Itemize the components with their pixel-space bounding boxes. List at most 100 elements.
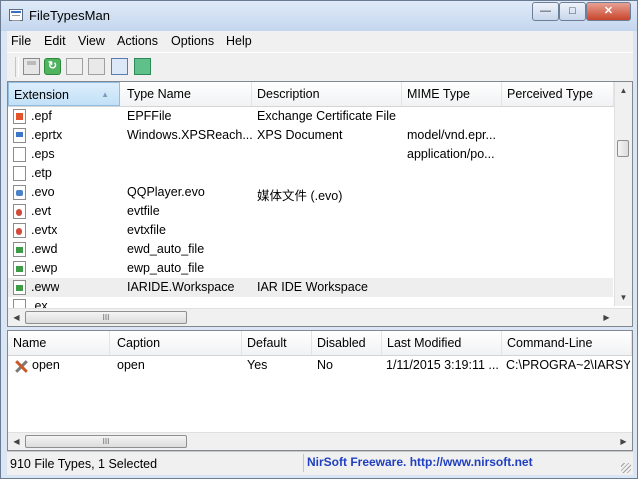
cell-caption: open (117, 358, 145, 372)
menu-bar: File Edit View Actions Options Help (7, 31, 633, 52)
cell-mime: model/vnd.epr... (407, 128, 496, 142)
workspace-file-icon (13, 280, 26, 295)
column-description[interactable]: Description (252, 82, 402, 106)
column-type-name[interactable]: Type Name (122, 82, 252, 106)
sort-ascending-icon: ▲ (101, 90, 109, 99)
status-count: 910 File Types, 1 Selected (10, 457, 158, 471)
scroll-right-icon[interactable]: ▶ (598, 309, 615, 326)
copy-icon[interactable] (66, 58, 83, 75)
table-row[interactable]: .etp (8, 164, 613, 183)
menu-actions[interactable]: Actions (117, 34, 158, 48)
table-row[interactable]: .evo QQPlayer.evo 媒体文件 (.evo) (8, 183, 613, 203)
cell-type-name: Windows.XPSReach... (127, 128, 253, 142)
save-icon[interactable] (23, 58, 40, 75)
workspace-file-icon (13, 261, 26, 276)
blank-file-icon (13, 147, 26, 162)
cell-description: IAR IDE Workspace (257, 280, 368, 294)
scroll-left-icon[interactable]: ◀ (8, 309, 25, 326)
resize-grip-icon[interactable] (621, 463, 631, 473)
cell-extension: .eps (31, 147, 55, 161)
column-mime-type[interactable]: MIME Type (402, 82, 502, 106)
toolbar: ↻ (7, 52, 633, 81)
table-row-selected[interactable]: .eww IARIDE.Workspace IAR IDE Workspace (8, 278, 613, 297)
table-row[interactable]: .ewd ewd_auto_file (8, 240, 613, 259)
cell-extension: .etp (31, 166, 52, 180)
cell-extension: .ewp (31, 261, 58, 275)
properties-icon[interactable] (88, 58, 105, 75)
menu-options[interactable]: Options (171, 34, 214, 48)
cell-disabled: No (317, 358, 333, 372)
table-row[interactable]: .eps application/po... (8, 145, 613, 164)
actions-scroll-thumb[interactable]: III (25, 435, 187, 448)
media-file-icon (13, 185, 26, 200)
cell-extension: .ewd (31, 242, 58, 256)
app-window: FileTypesMan — □ ✕ File Edit View Action… (0, 0, 638, 479)
workspace-file-icon (13, 242, 26, 257)
blank-file-icon (13, 166, 26, 181)
table-row[interactable]: .evtx evtxfile (8, 221, 613, 240)
table-row[interactable]: .ewp ewp_auto_file (8, 259, 613, 278)
column-extension-label: Extension (14, 88, 69, 102)
column-default[interactable]: Default (242, 331, 312, 355)
cell-extension: .evtx (31, 223, 58, 237)
cell-type-name: ewd_auto_file (127, 242, 205, 256)
cell-last-modified: 1/11/2015 3:19:11 ... (386, 358, 499, 372)
column-name-label: Name (13, 336, 47, 350)
close-button[interactable]: ✕ (586, 2, 631, 21)
table-row[interactable]: .evt evtfile (8, 202, 613, 221)
column-extension[interactable]: Extension ▲ (8, 82, 120, 106)
menu-view[interactable]: View (78, 34, 105, 48)
cell-extension: .epf (31, 109, 52, 123)
scroll-down-icon[interactable]: ▼ (615, 289, 632, 306)
scroll-up-icon[interactable]: ▲ (615, 82, 632, 99)
table-row[interactable]: .eprtx Windows.XPSReach... XPS Document … (8, 126, 613, 145)
cell-type-name: ewp_auto_file (127, 261, 205, 275)
cell-type-name: evtxfile (127, 223, 166, 237)
cell-type-name: QQPlayer.evo (127, 185, 205, 199)
actions-header: Name Caption Default Disabled Last Modif… (8, 331, 632, 356)
open-action-icon (14, 359, 29, 374)
menu-file[interactable]: File (11, 34, 31, 48)
column-disabled[interactable]: Disabled (312, 331, 382, 355)
actions-list[interactable]: Name Caption Default Disabled Last Modif… (7, 330, 633, 451)
app-icon (9, 9, 23, 21)
column-command-line[interactable]: Command-Line (502, 331, 632, 355)
horizontal-scroll-thumb[interactable]: III (25, 311, 187, 324)
column-perceived-type[interactable]: Perceived Type (502, 82, 614, 106)
list-header: Extension ▲ Type Name Description MIME T… (8, 82, 632, 107)
cell-type-name: evtfile (127, 204, 160, 218)
cell-extension: .evt (31, 204, 52, 218)
maximize-button[interactable]: □ (559, 2, 586, 21)
cell-extension: .eprtx (31, 128, 63, 142)
cell-command-line: C:\PROGRA~2\IARSYS~ (506, 358, 630, 372)
title-bar[interactable]: FileTypesMan — □ ✕ (1, 1, 637, 31)
scroll-left-icon[interactable]: ◀ (8, 433, 25, 450)
scroll-right-icon[interactable]: ▶ (615, 433, 632, 450)
action-row[interactable]: open open Yes No 1/11/2015 3:19:11 ... C… (8, 356, 632, 375)
cell-description: XPS Document (257, 128, 343, 142)
column-name[interactable]: Name (8, 331, 110, 355)
status-bar: 910 File Types, 1 Selected NirSoft Freew… (7, 451, 633, 475)
cell-description: Exchange Certificate File (257, 109, 396, 123)
column-caption[interactable]: Caption (112, 331, 242, 355)
file-types-list[interactable]: Extension ▲ Type Name Description MIME T… (7, 81, 633, 327)
menu-edit[interactable]: Edit (44, 34, 66, 48)
vertical-scrollbar[interactable]: ▲ ▼ (614, 82, 632, 306)
actions-horizontal-scrollbar[interactable]: ◀ III ▶ (8, 432, 632, 450)
table-row[interactable]: .epf EPFFile Exchange Certificate File (8, 107, 613, 126)
cell-action-name: open (32, 358, 60, 372)
vertical-scroll-thumb[interactable] (617, 140, 629, 157)
event-log-icon (13, 223, 26, 238)
find-icon[interactable] (111, 58, 128, 75)
menu-help[interactable]: Help (226, 34, 252, 48)
exit-icon[interactable] (134, 58, 151, 75)
nirsoft-link[interactable]: NirSoft Freeware. http://www.nirsoft.net (307, 455, 533, 469)
horizontal-scrollbar[interactable]: ◀ III ▶ (8, 308, 632, 326)
window-title: FileTypesMan (29, 8, 110, 23)
status-divider (303, 454, 304, 472)
document-red-icon (13, 109, 26, 124)
minimize-button[interactable]: — (532, 2, 559, 21)
column-last-modified[interactable]: Last Modified (382, 331, 502, 355)
refresh-icon[interactable]: ↻ (44, 58, 61, 75)
xps-document-icon (13, 128, 26, 143)
